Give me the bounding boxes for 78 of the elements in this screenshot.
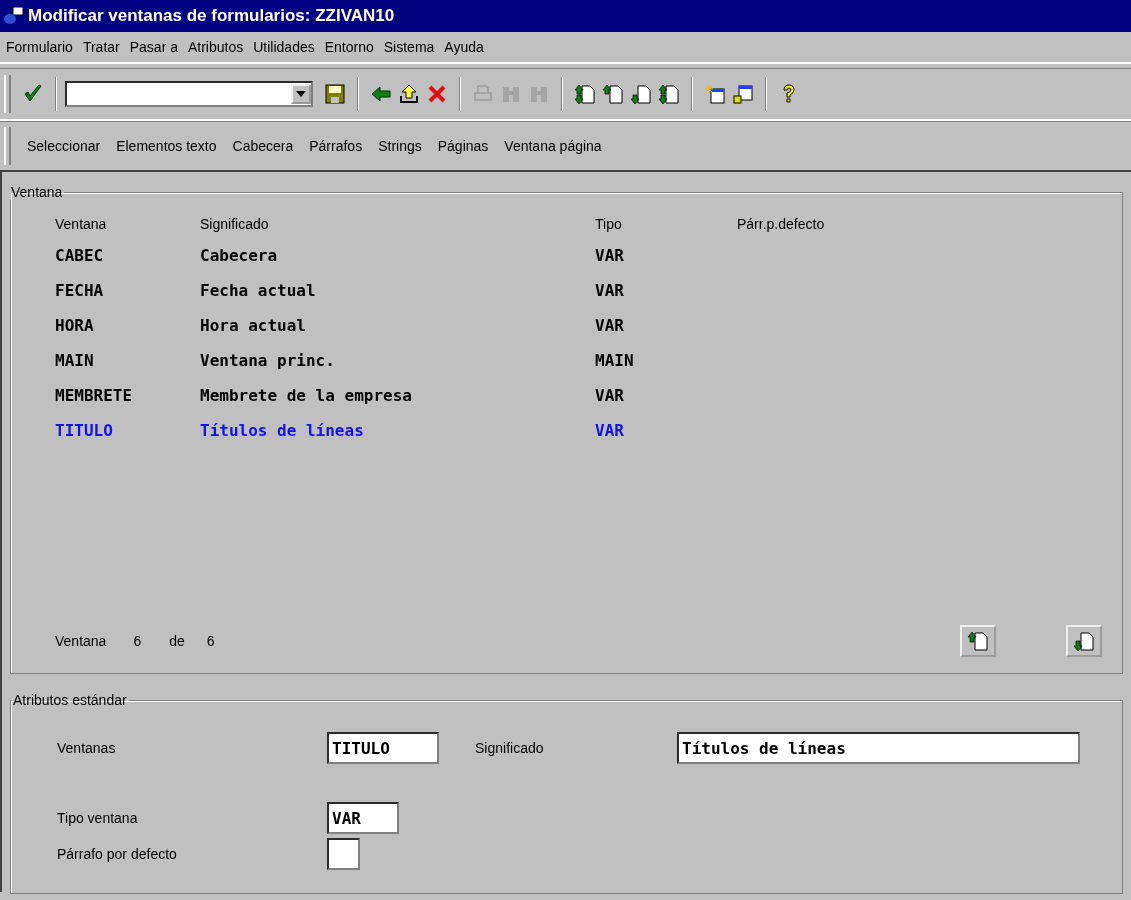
app-icon — [4, 7, 24, 25]
back-arrow-icon — [370, 83, 392, 105]
toolbar-button[interactable]: Strings — [370, 138, 430, 154]
group-title: Ventana — [10, 184, 64, 200]
list-row[interactable]: FECHA Fecha actual VAR — [55, 273, 1102, 308]
field-label: Párrafo por defecto — [57, 846, 178, 862]
windows-icon — [732, 83, 754, 105]
toolbar-button[interactable]: Elementos texto — [108, 138, 225, 154]
save-icon — [324, 83, 346, 105]
toolbar-button[interactable]: Párrafos — [301, 138, 371, 154]
menu-item[interactable]: Utilidades — [253, 39, 315, 55]
menu-item[interactable]: Entorno — [324, 39, 374, 55]
page-down-arrow-icon — [1073, 630, 1095, 652]
command-field[interactable] — [65, 81, 313, 107]
menu-item[interactable]: Tratar — [82, 39, 120, 55]
list-row[interactable]: MAIN Ventana princ. MAIN — [55, 343, 1102, 378]
table-cell-text: VAR — [595, 316, 625, 335]
table-cell-text: FECHA — [55, 281, 105, 300]
table-cell-text: Membrete de la empresa — [200, 386, 413, 405]
table-cell-text: TITULO — [55, 421, 114, 440]
caret-icon — [296, 91, 306, 97]
table-cell-text: CABEC — [55, 246, 105, 265]
page-down-arrow-icon — [630, 83, 652, 105]
table-cell-text: HORA — [55, 316, 95, 335]
table-cell-text: MAIN — [55, 351, 95, 370]
menu-item[interactable]: Ayuda — [444, 39, 484, 55]
table-cell-text: Cabecera — [200, 246, 279, 265]
column-header: Significado — [200, 216, 270, 232]
menu-item[interactable]: Atributos — [188, 39, 244, 55]
table-cell-text: Títulos de líneas — [200, 421, 365, 440]
counter-value: 6 — [133, 633, 142, 649]
table-cell-text: VAR — [595, 281, 625, 300]
table-cell-text: Ventana princ. — [200, 351, 336, 370]
column-header: Párr.p.defecto — [737, 216, 826, 232]
field-label: Significado — [475, 740, 545, 756]
counter-label: de — [169, 633, 185, 649]
toolbar-grip[interactable] — [4, 75, 11, 113]
input-field[interactable]: Títulos de líneas — [677, 732, 1080, 764]
column-header: Ventana — [55, 216, 108, 232]
toolbar-button[interactable]: Cabecera — [224, 138, 302, 154]
counter-value: 6 — [206, 633, 215, 649]
toolbar-button[interactable]: Páginas — [429, 138, 497, 154]
column-header: Tipo — [595, 216, 623, 232]
new-window-icon — [704, 83, 726, 105]
input-field[interactable]: TITULO — [327, 732, 439, 764]
list-row[interactable]: TITULO Títulos de líneas VAR — [55, 413, 1102, 448]
table-cell-text: Hora actual — [200, 316, 307, 335]
next-page-button[interactable] — [1066, 625, 1102, 657]
cancel-icon — [426, 83, 448, 105]
table-cell-text: VAR — [595, 386, 625, 405]
table-cell-text: VAR — [595, 246, 625, 265]
menu-item[interactable]: Sistema — [383, 39, 435, 55]
page-up-arrow-icon — [602, 83, 624, 105]
up-arrow-icon — [398, 83, 420, 105]
toolbar-grip[interactable] — [4, 127, 11, 165]
list-row[interactable]: CABEC Cabecera VAR — [55, 238, 1102, 273]
counter-label: Ventana — [55, 633, 107, 649]
list-row[interactable]: HORA Hora actual VAR — [55, 308, 1102, 343]
page-up-arrow-icon — [967, 630, 989, 652]
table-cell-text: MEMBRETE — [55, 386, 134, 405]
table-cell-text: MAIN — [595, 351, 635, 370]
table-cell-text: VAR — [595, 421, 625, 440]
menu-item[interactable]: Pasar a — [129, 39, 178, 55]
dropdown-button[interactable] — [291, 84, 311, 104]
input-field[interactable]: VAR — [327, 802, 399, 834]
field-label: Tipo ventana — [57, 810, 139, 826]
table-cell-text: Fecha actual — [200, 281, 317, 300]
menu-item[interactable]: Formulario — [6, 39, 73, 55]
window-title: Modificar ventanas de formularios: ZZIVAN10 — [28, 6, 395, 26]
previous-page-button[interactable] — [960, 625, 996, 657]
page-arrows-icon — [658, 83, 680, 105]
input-field[interactable] — [327, 838, 360, 870]
toolbar-button[interactable]: Ventana página — [496, 138, 610, 154]
list-row[interactable]: MEMBRETE Membrete de la empresa VAR — [55, 378, 1102, 413]
field-label: Ventanas — [57, 740, 117, 756]
toolbar-button[interactable]: Seleccionar — [19, 138, 109, 154]
group-title: Atributos estándar — [12, 692, 128, 708]
page-arrows-icon — [574, 83, 596, 105]
